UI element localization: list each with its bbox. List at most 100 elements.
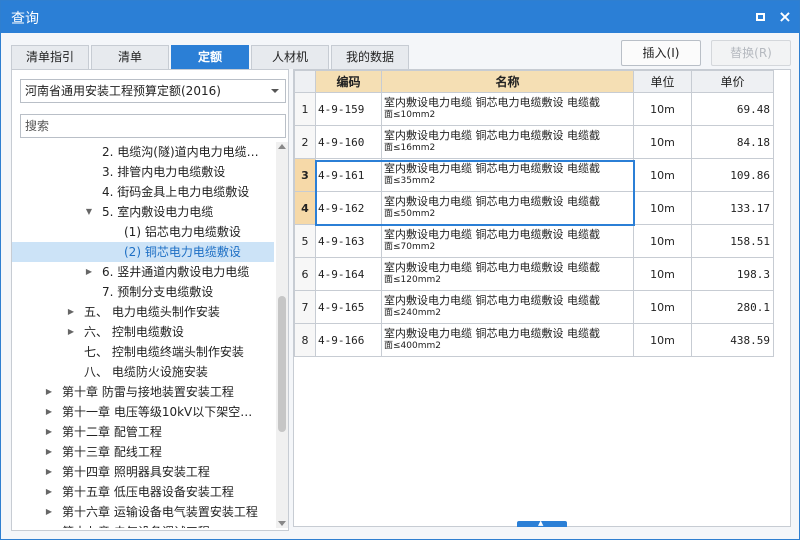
cell-code[interactable]: 4-9-161 <box>315 158 382 192</box>
cell-code[interactable]: 4-9-166 <box>315 323 382 357</box>
tree-item[interactable]: ▶ 第十二章 配管工程 <box>12 422 274 442</box>
column-header-unit[interactable]: 单位 <box>633 70 692 93</box>
tree-item[interactable]: ▶ 第十六章 运输设备电气装置安装工程 <box>12 502 274 522</box>
cell-unit[interactable]: 10m <box>633 323 692 357</box>
cell-code[interactable]: 4-9-163 <box>315 224 382 258</box>
tree-item[interactable]: ▶ 五、 电力电缆头制作安装 <box>12 302 274 322</box>
chevron-right-icon[interactable]: ▶ <box>44 502 54 522</box>
cell-name[interactable]: 室内敷设电力电缆 铜芯电力电缆敷设 电缆截 面≤400mm2 <box>381 323 634 357</box>
tree-item[interactable]: 3. 排管内电力电缆敷设 <box>12 162 274 182</box>
tree-item[interactable]: ▼ 5. 室内敷设电力电缆 <box>12 202 274 222</box>
cell-price[interactable]: 280.1 <box>691 290 774 324</box>
panel-splitter[interactable]: ▲ <box>517 519 567 527</box>
title-bar[interactable]: 查询 × <box>1 1 799 33</box>
cell-name[interactable]: 室内敷设电力电缆 铜芯电力电缆敷设 电缆截 面≤10mm2 <box>381 92 634 126</box>
row-number[interactable]: 7 <box>294 290 316 324</box>
tab-bill-guide[interactable]: 清单指引 <box>11 45 89 69</box>
chevron-right-icon[interactable]: ▶ <box>44 482 54 502</box>
tree-item[interactable]: 4. 街码金具上电力电缆敷设 <box>12 182 274 202</box>
cell-unit[interactable]: 10m <box>633 191 692 225</box>
chevron-down-icon[interactable]: ▼ <box>84 202 94 222</box>
cell-name[interactable]: 室内敷设电力电缆 铜芯电力电缆敷设 电缆截 面≤35mm2 <box>381 158 634 192</box>
cell-code[interactable]: 4-9-165 <box>315 290 382 324</box>
tree-item[interactable]: 七、 控制电缆终端头制作安装 <box>12 342 274 362</box>
chevron-right-icon[interactable]: ▶ <box>44 442 54 462</box>
row-number[interactable]: 5 <box>294 224 316 258</box>
row-number[interactable]: 3 <box>294 158 316 192</box>
table-row[interactable]: 2 4-9-160 室内敷设电力电缆 铜芯电力电缆敷设 电缆截 面≤16mm2 10m 8… <box>294 125 774 159</box>
cell-unit[interactable]: 10m <box>633 92 692 126</box>
cell-unit[interactable]: 10m <box>633 158 692 192</box>
tree-item[interactable]: 八、 电缆防火设施安装 <box>12 362 274 382</box>
quota-library-select[interactable]: 河南省通用安装工程预算定额(2016) <box>20 79 286 103</box>
table-row[interactable]: 7 4-9-165 室内敷设电力电缆 铜芯电力电缆敷设 电缆截 面≤240mm2 10m… <box>294 290 774 324</box>
cell-price[interactable]: 84.18 <box>691 125 774 159</box>
chevron-up-icon[interactable]: ▲ <box>538 519 543 527</box>
tree-item[interactable]: ▶ 第十七章 电气设备调试工程 <box>12 522 274 528</box>
row-number[interactable]: 4 <box>294 191 316 225</box>
chevron-right-icon[interactable]: ▶ <box>44 462 54 482</box>
tree-item[interactable]: ▶ 6. 竖井通道内敷设电力电缆 <box>12 262 274 282</box>
chevron-right-icon[interactable]: ▶ <box>44 422 54 442</box>
cell-unit[interactable]: 10m <box>633 257 692 291</box>
row-number[interactable]: 8 <box>294 323 316 357</box>
replace-button[interactable]: 替换(R) <box>711 40 791 66</box>
chevron-right-icon[interactable]: ▶ <box>44 522 54 528</box>
cell-code[interactable]: 4-9-162 <box>315 191 382 225</box>
search-input[interactable] <box>20 114 286 138</box>
cell-price[interactable]: 198.3 <box>691 257 774 291</box>
close-icon[interactable]: × <box>777 9 793 25</box>
chevron-right-icon[interactable]: ▶ <box>44 402 54 422</box>
cell-price[interactable]: 133.17 <box>691 191 774 225</box>
cell-name[interactable]: 室内敷设电力电缆 铜芯电力电缆敷设 电缆截 面≤240mm2 <box>381 290 634 324</box>
maximize-icon[interactable] <box>753 9 769 25</box>
tab-my-data[interactable]: 我的数据 <box>331 45 409 69</box>
column-header-price[interactable]: 单价 <box>691 70 774 93</box>
row-number[interactable]: 1 <box>294 92 316 126</box>
chevron-down-icon[interactable] <box>271 89 279 93</box>
table-row[interactable]: 5 4-9-163 室内敷设电力电缆 铜芯电力电缆敷设 电缆截 面≤70mm2 10m 1… <box>294 224 774 258</box>
scroll-down-icon[interactable] <box>278 521 286 526</box>
cell-unit[interactable]: 10m <box>633 125 692 159</box>
tree-item[interactable]: (1) 铝芯电力电缆敷设 <box>12 222 274 242</box>
tab-labor-material-machine[interactable]: 人材机 <box>251 45 329 69</box>
table-row[interactable]: 6 4-9-164 室内敷设电力电缆 铜芯电力电缆敷设 电缆截 面≤120mm2 10m… <box>294 257 774 291</box>
tree-item[interactable]: ▶ 第十一章 电压等级10kV以下架空… <box>12 402 274 422</box>
cell-price[interactable]: 109.86 <box>691 158 774 192</box>
column-header-code[interactable]: 编码 <box>315 70 382 93</box>
cell-unit[interactable]: 10m <box>633 290 692 324</box>
cell-name[interactable]: 室内敷设电力电缆 铜芯电力电缆敷设 电缆截 面≤70mm2 <box>381 224 634 258</box>
row-number[interactable]: 2 <box>294 125 316 159</box>
table-row[interactable]: 1 4-9-159 室内敷设电力电缆 铜芯电力电缆敷设 电缆截 面≤10mm2 10m 6… <box>294 92 774 126</box>
scrollbar-thumb[interactable] <box>278 296 286 432</box>
cell-name[interactable]: 室内敷设电力电缆 铜芯电力电缆敷设 电缆截 面≤16mm2 <box>381 125 634 159</box>
tree-item[interactable]: ▶ 第十四章 照明器具安装工程 <box>12 462 274 482</box>
tree-item[interactable]: ▶ 第十五章 低压电器设备安装工程 <box>12 482 274 502</box>
cell-price[interactable]: 69.48 <box>691 92 774 126</box>
tree-item[interactable]: 2. 电缆沟(隧)道内电力电缆… <box>12 142 274 162</box>
cell-price[interactable]: 438.59 <box>691 323 774 357</box>
tab-bill[interactable]: 清单 <box>91 45 169 69</box>
cell-name[interactable]: 室内敷设电力电缆 铜芯电力电缆敷设 电缆截 面≤50mm2 <box>381 191 634 225</box>
row-number[interactable]: 6 <box>294 257 316 291</box>
tree-item[interactable]: ▶ 六、 控制电缆敷设 <box>12 322 274 342</box>
cell-name[interactable]: 室内敷设电力电缆 铜芯电力电缆敷设 电缆截 面≤120mm2 <box>381 257 634 291</box>
cell-code[interactable]: 4-9-164 <box>315 257 382 291</box>
tab-quota[interactable]: 定额 <box>171 45 249 69</box>
cell-unit[interactable]: 10m <box>633 224 692 258</box>
column-header-name[interactable]: 名称 <box>381 70 634 93</box>
insert-button[interactable]: 插入(I) <box>621 40 701 66</box>
table-row[interactable]: 8 4-9-166 室内敷设电力电缆 铜芯电力电缆敷设 电缆截 面≤400mm2 10m… <box>294 323 774 357</box>
tree-item[interactable]: 7. 预制分支电缆敷设 <box>12 282 274 302</box>
cell-code[interactable]: 4-9-159 <box>315 92 382 126</box>
chevron-right-icon[interactable]: ▶ <box>66 302 76 322</box>
table-row[interactable]: 3 4-9-161 室内敷设电力电缆 铜芯电力电缆敷设 电缆截 面≤35mm2 10m 1… <box>294 158 774 192</box>
table-row[interactable]: 4 4-9-162 室内敷设电力电缆 铜芯电力电缆敷设 电缆截 面≤50mm2 10m 1… <box>294 191 774 225</box>
tree-item[interactable]: (2) 铜芯电力电缆敷设 <box>12 242 274 262</box>
chevron-right-icon[interactable]: ▶ <box>44 382 54 402</box>
cell-price[interactable]: 158.51 <box>691 224 774 258</box>
tree-item[interactable]: ▶ 第十三章 配线工程 <box>12 442 274 462</box>
chevron-right-icon[interactable]: ▶ <box>66 322 76 342</box>
scroll-up-icon[interactable] <box>278 144 286 149</box>
cell-code[interactable]: 4-9-160 <box>315 125 382 159</box>
